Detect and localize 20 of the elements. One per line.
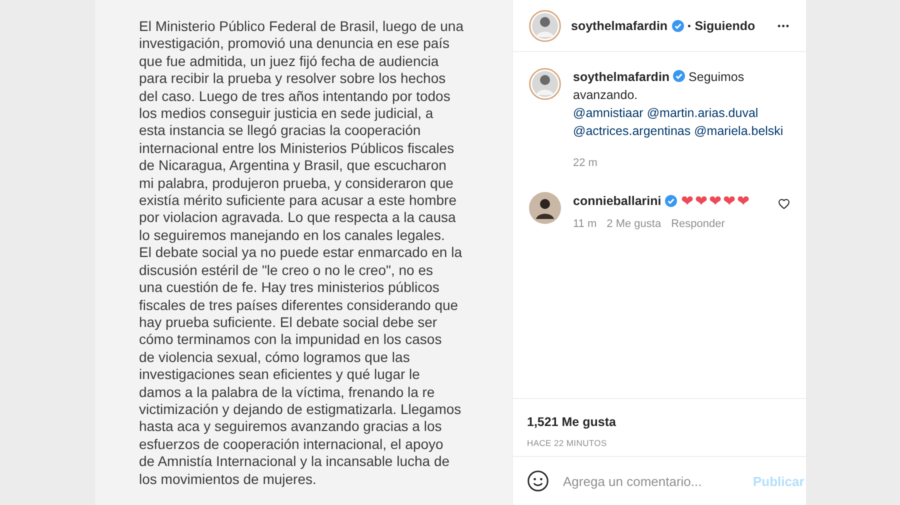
more-options-button[interactable]: •••	[778, 20, 790, 30]
mention-link[interactable]: @martin.arias.duval	[646, 106, 758, 120]
comment-time: 11 m	[573, 218, 597, 230]
post-timestamp: HACE 22 MINUTOS	[527, 438, 608, 448]
statement-text: El Ministerio Público Federal de Brasil, luego de una investigación, promovió una denuncia en ese país que fue admitida, un juez fijó fecha de audiencia para recibir la prueba y resolver sobre los hechos del caso. Luego de tres años intentando por todos los medios conseguir justicia en sede judicial, a esta instancia se llegó gracias la cooperación internacional entre los Ministerios Públicos fiscales de Nicaragua, Argentina y Brasil, que escucharon mi palabra, produjeron prueba, y consideraron que existía mérito suficiente para acusar a este hombre por violacion agravada. Lo que respecta a la causa lo seguiremos manejando en los canales legales. El debate social ya no puede estar enmarcado en la discusión estéril de "le creo o no le creo", no es una cuestión de fe. Hay tres ministerios públicos fiscales de tres países diferentes considerando que hay prueba suficiente. El debate social debe ser cómo terminamos con la impunidad en los casos de violencia sexual, cómo logramos que las investigaciones sean eficientes y qué lugar le damos a la palabra de la víctima, frenando la re victimización y dejando de estigmatizarla. Llegamos hasta aca y seguiremos avanzando gracias a los esfuerzos de cooperación internacional, el apoyo de Amnistía Internacional y la incansable lucha de los movimientos de mujeres.	[139, 18, 465, 488]
heart-icon[interactable]	[778, 198, 790, 210]
comment-field[interactable]: Agrega un comentario...	[561, 472, 741, 490]
mention-link[interactable]: @amnistiaar	[573, 106, 644, 120]
following-button[interactable]: Siguiendo	[694, 18, 756, 32]
comment-text: ❤❤❤❤❤	[681, 192, 752, 210]
mention-link[interactable]: @actrices.argentinas	[573, 124, 691, 138]
likes-count[interactable]: 1,521 Me gusta	[527, 415, 616, 429]
username[interactable]: soythelmafardin	[571, 18, 668, 32]
username[interactable]: connieballarini	[573, 194, 662, 208]
post-time: 22 m	[573, 156, 598, 171]
separator-dot: •	[688, 20, 691, 30]
avatar[interactable]	[529, 192, 561, 224]
caption-text: soythelmafardin Seguimos avanzando. @amnistiaar @martin.arias.duval @actrices.argentinas @mariela.belski	[573, 69, 784, 140]
mention-link[interactable]: @mariela.belski	[694, 124, 784, 138]
emoji-icon[interactable]	[527, 470, 549, 492]
